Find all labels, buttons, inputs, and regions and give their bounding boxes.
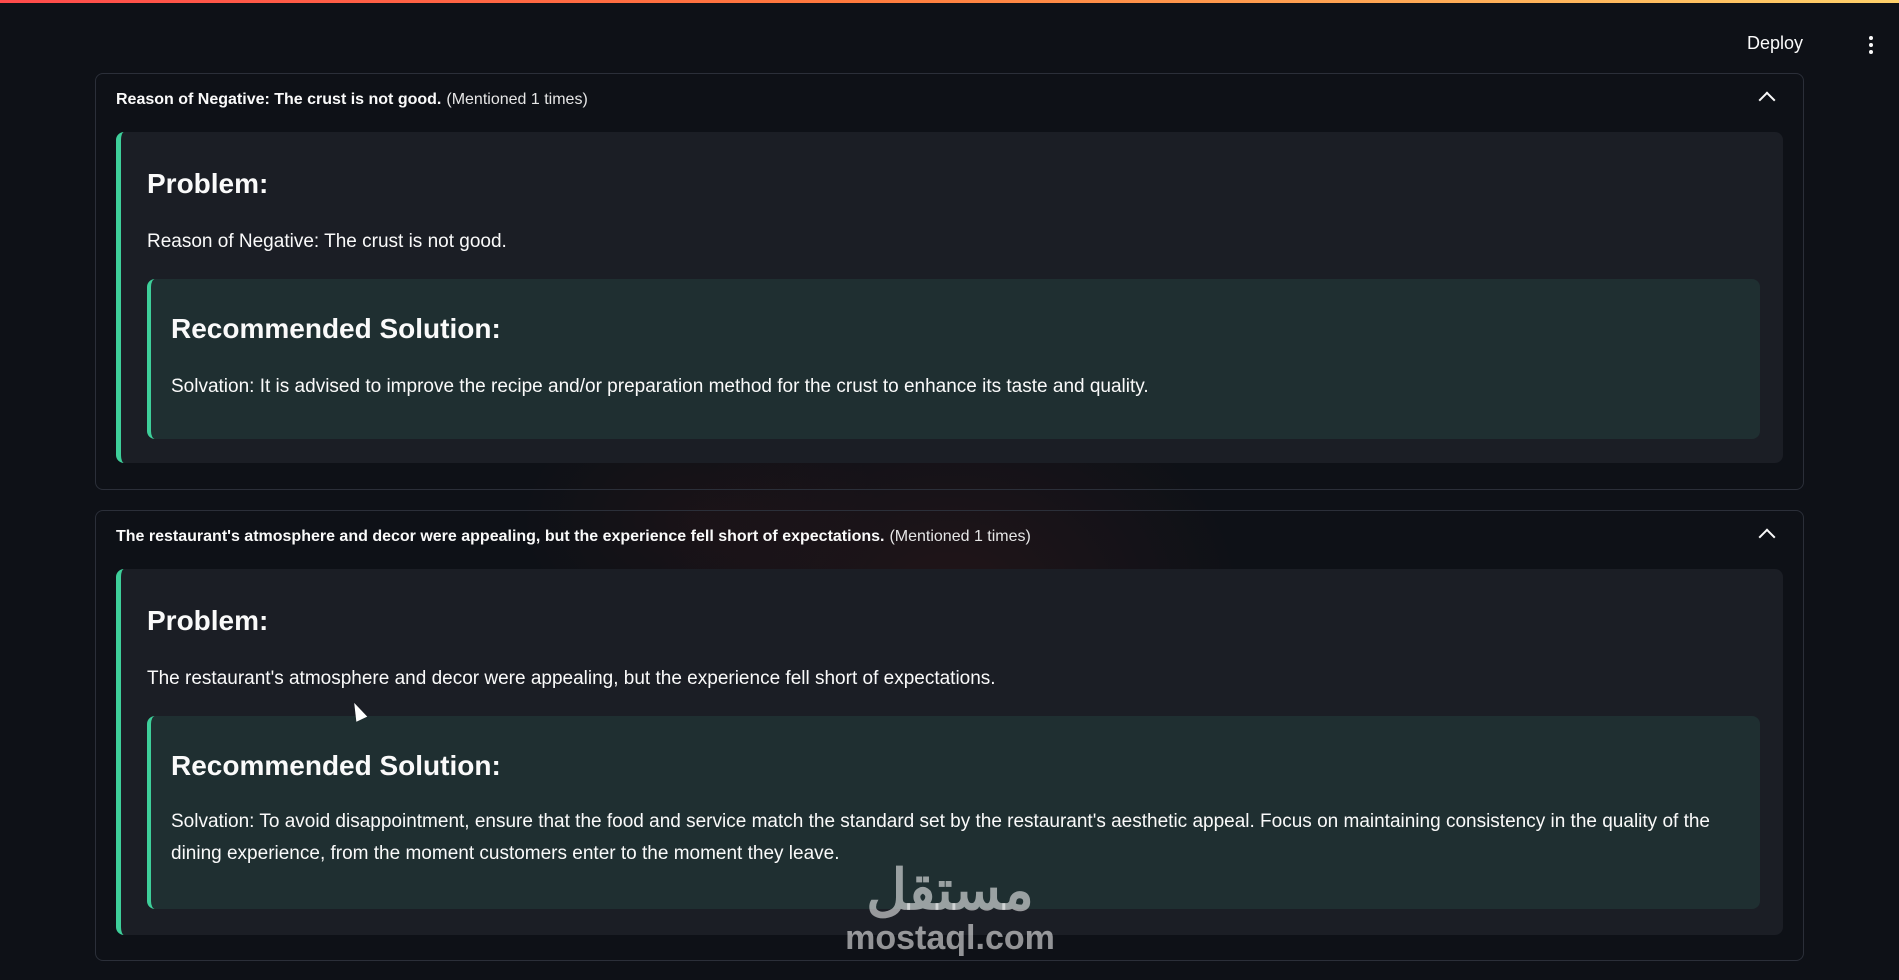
solution-heading-2: Recommended Solution: [171,750,501,781]
expander-1-mention-count: (Mentioned 1 times) [446,91,588,108]
expander-2-mention-count: (Mentioned 1 times) [889,528,1031,545]
expander-1: Reason of Negative: The crust is not goo… [95,73,1804,490]
problem-heading-1: Problem: [147,168,269,199]
watermark-latin: mostaql.com [845,919,1055,957]
expander-1-header[interactable]: Reason of Negative: The crust is not goo… [96,74,1803,126]
expander-2-header[interactable]: The restaurant's atmosphere and decor we… [96,511,1803,563]
chevron-up-icon[interactable] [1758,528,1776,546]
solution-box-1: Recommended Solution: Solvation: It is a… [147,279,1760,439]
chevron-up-icon[interactable] [1758,91,1776,109]
expander-1-title: Reason of Negative: The crust is not goo… [116,91,442,108]
solution-heading-1: Recommended Solution: [171,313,501,344]
solution-text-1: Solvation: It is advised to improve the … [171,376,1149,397]
problem-heading-2: Problem: [147,605,269,636]
watermark-arabic: مستقل [866,858,1034,921]
problem-text-2: The restaurant's atmosphere and decor we… [147,668,996,689]
watermark-logo: مستقل mostaql.com [830,858,1070,957]
kebab-menu-icon[interactable] [1863,33,1879,59]
expander-2-title: The restaurant's atmosphere and decor we… [116,528,885,545]
problem-text-1: Reason of Negative: The crust is not goo… [147,231,507,252]
problem-box-1: Problem: Reason of Negative: The crust i… [116,132,1783,463]
deploy-button[interactable]: Deploy [1747,33,1803,54]
